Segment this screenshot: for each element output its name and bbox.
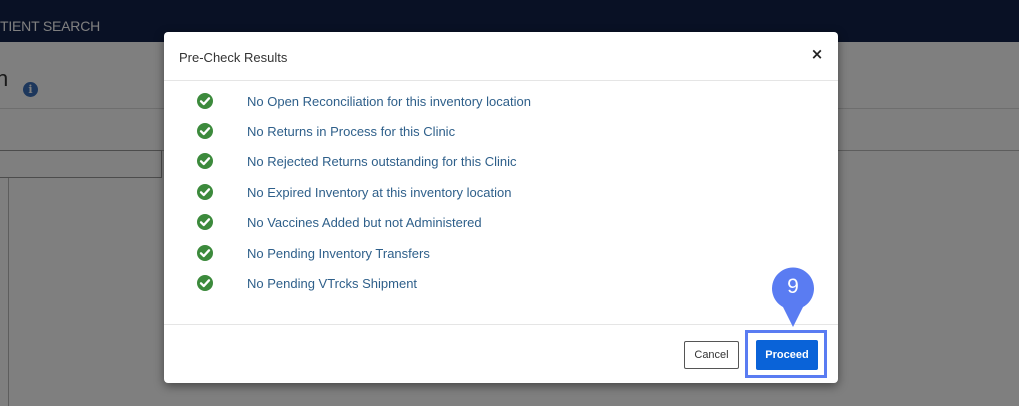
modal-title: Pre-Check Results — [179, 50, 288, 65]
check-item-text: No Vaccines Added but not Administered — [247, 215, 482, 230]
cancel-button[interactable]: Cancel — [684, 341, 739, 369]
check-item-text: No Open Reconciliation for this inventor… — [247, 94, 531, 109]
check-circle-icon — [196, 274, 214, 292]
check-item-text: No Pending Inventory Transfers — [247, 246, 430, 261]
check-circle-icon — [196, 244, 214, 262]
check-item: No Pending Inventory Transfers — [164, 243, 838, 265]
check-item: No Expired Inventory at this inventory l… — [164, 182, 838, 204]
modal-footer: Cancel Proceed — [164, 324, 838, 383]
check-item-text: No Returns in Process for this Clinic — [247, 124, 456, 139]
check-item: No Returns in Process for this Clinic — [164, 121, 838, 143]
close-icon[interactable]: × — [808, 45, 826, 63]
check-circle-icon — [196, 152, 214, 170]
check-item: No Vaccines Added but not Administered — [164, 212, 838, 234]
check-circle-icon — [196, 213, 214, 231]
check-item: No Open Reconciliation for this inventor… — [164, 91, 838, 113]
step-marker: 9 — [770, 266, 816, 328]
step-number: 9 — [787, 275, 799, 298]
check-item: No Rejected Returns outstanding for this… — [164, 151, 838, 173]
check-circle-icon — [196, 122, 214, 140]
proceed-button[interactable]: Proceed — [756, 340, 818, 370]
check-item: No Pending VTrcks Shipment — [164, 273, 838, 295]
check-circle-icon — [196, 183, 214, 201]
check-item-text: No Expired Inventory at this inventory l… — [247, 185, 512, 200]
check-circle-icon — [196, 92, 214, 110]
modal-header: Pre-Check Results × — [164, 32, 838, 81]
pre-check-results-dialog: Pre-Check Results × No Open Reconciliati… — [164, 32, 838, 383]
check-item-text: No Rejected Returns outstanding for this… — [247, 154, 517, 169]
check-item-text: No Pending VTrcks Shipment — [247, 276, 418, 291]
